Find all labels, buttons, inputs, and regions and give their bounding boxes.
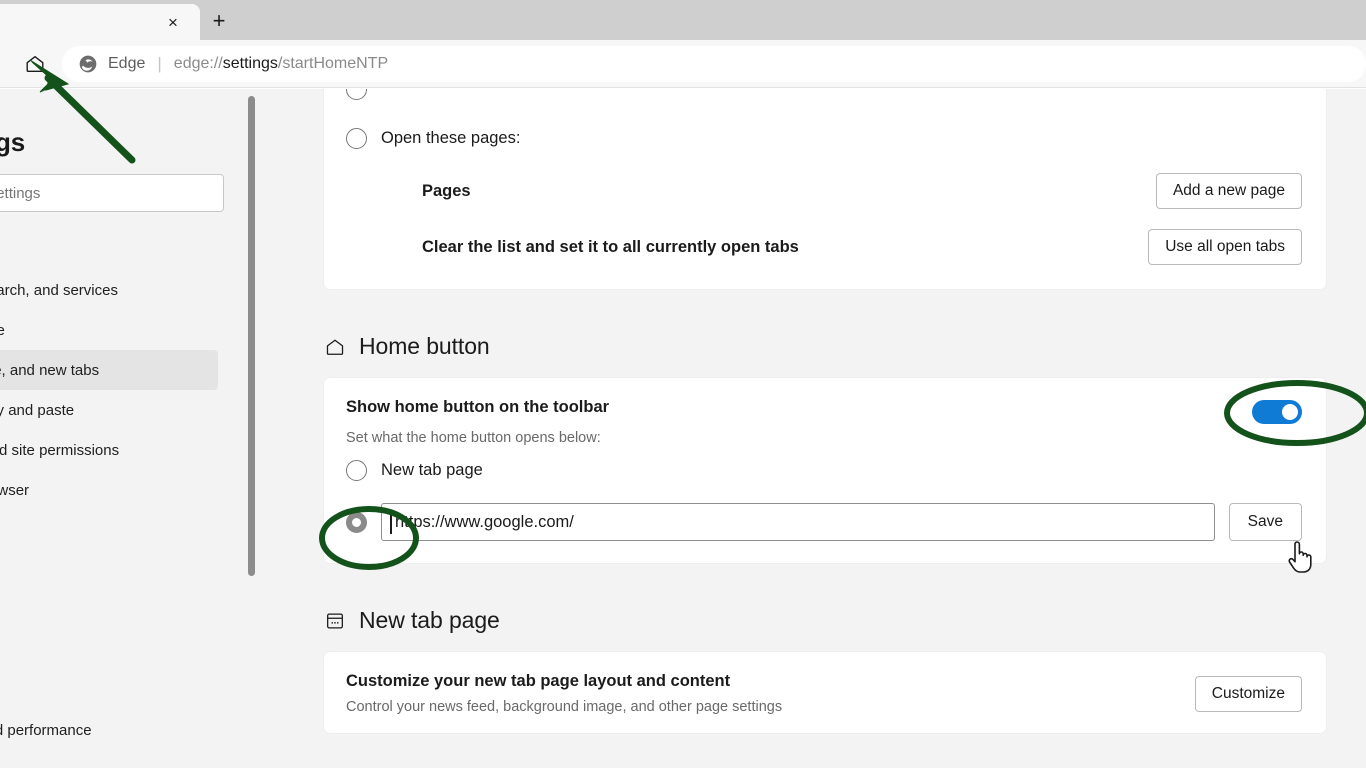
radio-new-tab-page[interactable]: [346, 460, 367, 481]
show-home-button-label: Show home button on the toolbar: [346, 398, 610, 416]
omnibox-separator: |: [157, 53, 162, 73]
radio-row-previous[interactable]: [324, 89, 1326, 114]
sidebar-item-downloads[interactable]: Downloads: [0, 510, 218, 550]
home-url-row: https://www.google.com/ Save: [324, 495, 1326, 547]
home-icon: [324, 336, 346, 358]
section-title: New tab page: [359, 607, 500, 633]
home-url-input[interactable]: https://www.google.com/: [381, 503, 1215, 541]
sidebar-item-label: System and performance: [0, 721, 92, 739]
customize-ntp-sub: Control your news feed, background image…: [346, 699, 783, 715]
show-home-button-toggle[interactable]: [1252, 400, 1302, 424]
sidebar-item-label: Cookies and site permissions: [0, 441, 120, 459]
sidebar-item-start-home-new-tabs[interactable]: Start, home, and new tabs: [0, 350, 218, 390]
settings-content: Open these pages: Pages Add a new page C…: [262, 89, 1366, 768]
sidebar-item-cookies-site-permissions[interactable]: Cookies and site permissions: [0, 430, 218, 470]
sidebar-item-label: Privacy, search, and services: [0, 281, 118, 299]
edge-logo-icon: [78, 54, 98, 74]
home-toggle-head: Show home button on the toolbar: [324, 396, 1326, 424]
radio-row-new-tab-page[interactable]: New tab page: [324, 446, 1326, 495]
radio-row-open-these-pages[interactable]: Open these pages:: [324, 114, 1326, 163]
search-input[interactable]: Search settings: [0, 174, 224, 212]
section-title: Home button: [359, 333, 490, 359]
omnibox-url: edge://settings/startHomeNTP: [174, 55, 388, 73]
settings-page: Settings Search settings Profiles Privac…: [0, 89, 1366, 768]
page-scrollbar-thumb[interactable]: [248, 96, 255, 576]
add-a-new-page-button[interactable]: Add a new page: [1155, 173, 1302, 209]
browser-tab-active[interactable]: ×: [0, 4, 200, 40]
text-caret: [390, 511, 392, 534]
home-button-block: Show home button on the toolbar Set what…: [324, 378, 1326, 563]
sidebar-item-default-browser[interactable]: Default browser: [0, 470, 218, 510]
new-tab-button[interactable]: +: [204, 6, 234, 36]
startup-clear-list-label: Clear the list and set it to all current…: [422, 237, 799, 256]
home-icon[interactable]: [18, 47, 52, 81]
sidebar-item-label: Appearance: [0, 321, 5, 339]
sidebar-item-printers[interactable]: Printers: [0, 670, 218, 710]
mouse-cursor-pointer: [1288, 541, 1312, 573]
radio-label-new-tab-page: New tab page: [381, 461, 483, 479]
sidebar-item-sidebar[interactable]: Sidebar: [0, 590, 218, 630]
startup-pages-label: Pages: [422, 181, 471, 200]
startup-row-clear-list: Clear the list and set it to all current…: [324, 219, 1326, 275]
customize-button[interactable]: Customize: [1194, 675, 1302, 712]
sidebar-item-label: Default browser: [0, 481, 30, 499]
omnibox-brand-label: Edge: [108, 54, 146, 72]
search-placeholder: Search settings: [0, 184, 41, 202]
radio-label-open-these-pages: Open these pages:: [381, 129, 521, 147]
sidebar-item-label: Start, home, and new tabs: [0, 361, 100, 379]
page-icon: [324, 610, 346, 632]
tab-strip: × +: [0, 0, 1366, 40]
customize-ntp-row: Customize your new tab page layout and c…: [324, 652, 1326, 733]
customize-ntp-text: Customize your new tab page layout and c…: [346, 672, 782, 715]
new-tab-page-card: Customize your new tab page layout and c…: [324, 652, 1326, 733]
startup-row-pages: Pages Add a new page: [324, 163, 1326, 219]
radio-custom-url[interactable]: [346, 511, 367, 533]
radio-open-these-pages[interactable]: [346, 128, 367, 149]
show-home-button-sublabel: Set what the home button opens below:: [346, 430, 601, 446]
settings-sidebar: Settings Search settings Profiles Privac…: [0, 89, 244, 768]
sidebar-item-share-copy-paste[interactable]: Share, copy and paste: [0, 390, 218, 430]
sidebar-item-privacy-search-services[interactable]: Privacy, search, and services: [0, 270, 218, 310]
sidebar-item-family[interactable]: Family: [0, 550, 218, 590]
save-button[interactable]: Save: [1228, 503, 1302, 541]
page-title: Settings: [0, 127, 25, 157]
sidebar-item-appearance[interactable]: Appearance: [0, 310, 218, 350]
url-suffix: /startHomeNTP: [277, 54, 389, 72]
sidebar-item-profiles[interactable]: Profiles: [0, 230, 218, 270]
sidebar-item-languages[interactable]: Languages: [0, 630, 218, 670]
address-bar[interactable]: Edge | edge://settings/startHomeNTP: [62, 45, 1366, 82]
home-url-value: https://www.google.com/: [395, 512, 574, 531]
startup-pages-card: Open these pages: Pages Add a new page C…: [324, 89, 1326, 289]
url-strong: settings: [222, 54, 278, 72]
use-all-open-tabs-button[interactable]: Use all open tabs: [1148, 229, 1302, 265]
sidebar-item-system-performance[interactable]: System and performance: [0, 710, 218, 750]
browser-toolbar: Edge | edge://settings/startHomeNTP: [0, 40, 1366, 88]
section-header-new-tab-page: New tab page: [324, 607, 1366, 634]
section-header-home-button: Home button: [324, 333, 1366, 360]
close-icon[interactable]: ×: [160, 9, 186, 35]
customize-ntp-title: Customize your new tab page layout and c…: [346, 672, 731, 690]
sidebar-nav: Profiles Privacy, search, and services A…: [0, 230, 244, 750]
browser-window: × + Edge | edge://settings/startHomeNTP: [0, 0, 1366, 768]
toggle-knob: [1282, 404, 1298, 420]
home-button-card: Show home button on the toolbar Set what…: [324, 378, 1326, 563]
sidebar-item-label: Share, copy and paste: [0, 401, 75, 419]
url-prefix: edge://: [173, 54, 223, 72]
radio-previous-session[interactable]: [346, 89, 367, 100]
